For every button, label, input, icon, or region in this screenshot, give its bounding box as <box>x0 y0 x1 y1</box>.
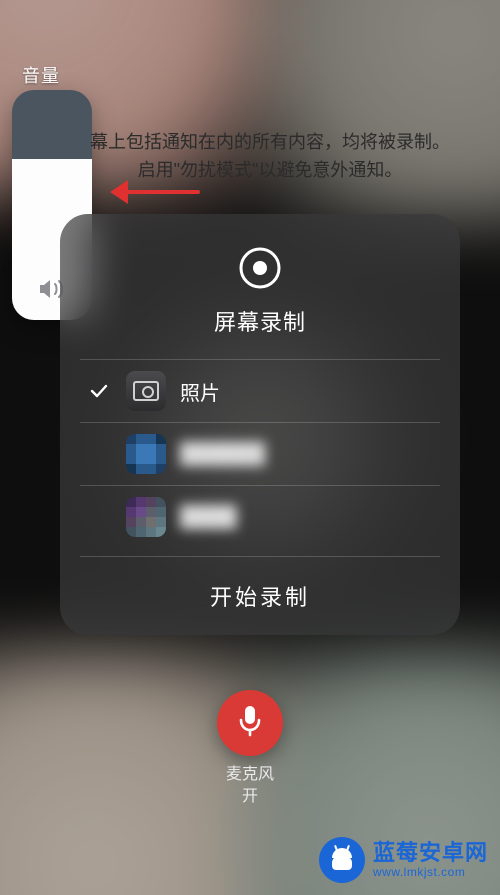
site-watermark: 蓝莓安卓网 www.lmkjst.com <box>319 837 488 883</box>
disclaimer-line1: 幕上包括通知在内的所有内容，均将被录制。 <box>90 132 450 152</box>
start-recording-button[interactable]: 开始录制 <box>80 556 440 635</box>
start-label: 开始录制 <box>210 580 310 612</box>
watermark-badge <box>319 837 365 883</box>
destination-option-redacted-2[interactable]: ████ <box>80 486 440 548</box>
app-icon-pixelated <box>126 434 166 474</box>
option-label-redacted: ████ <box>180 506 237 529</box>
screen-record-panel: 屏幕录制 照片 ██████ <box>60 214 460 635</box>
watermark-title: 蓝莓安卓网 <box>373 840 488 865</box>
checkmark-icon <box>86 381 112 401</box>
record-circle-icon <box>238 246 282 295</box>
panel-title: 屏幕录制 <box>214 305 306 337</box>
option-label-redacted: ██████ <box>180 443 265 466</box>
option-label: 照片 <box>180 377 220 406</box>
android-icon <box>328 850 356 870</box>
volume-label: 音量 <box>22 62 60 88</box>
camera-app-icon <box>126 371 166 411</box>
app-icon-pixelated <box>126 497 166 537</box>
destination-option-redacted-1[interactable]: ██████ <box>80 423 440 486</box>
microphone-icon <box>236 704 264 743</box>
microphone-toggle[interactable] <box>217 690 283 756</box>
watermark-url: www.lmkjst.com <box>373 866 488 880</box>
recording-disclaimer: 幕上包括通知在内的所有内容，均将被录制。 启用"勿扰模式"以避免意外通知。 <box>60 128 480 184</box>
destination-option-photos[interactable]: 照片 <box>80 360 440 423</box>
microphone-label: 麦克风 开 <box>226 764 274 808</box>
disclaimer-line2: 启用"勿扰模式"以避免意外通知。 <box>138 160 403 180</box>
destination-list: 照片 ██████ ████ <box>80 359 440 548</box>
